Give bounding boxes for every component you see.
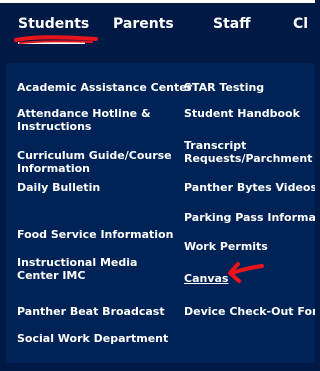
menu-item-panther-bytes-videos[interactable]: Panther Bytes Videos xyxy=(184,181,315,194)
tab-staff[interactable]: Staff xyxy=(213,16,251,32)
menu-item-social-work-department[interactable]: Social Work Department xyxy=(17,332,168,345)
red-arrow-annotation xyxy=(228,262,264,283)
menu-item-daily-bulletin[interactable]: Daily Bulletin xyxy=(17,181,100,194)
tab-parents[interactable]: Parents xyxy=(113,16,174,32)
students-dropdown-menu: Academic Assistance Center Attendance Ho… xyxy=(6,63,315,363)
menu-item-device-check-out-form[interactable]: Device Check-Out Form xyxy=(184,305,315,318)
menu-item-parking-pass-information[interactable]: Parking Pass Informatio xyxy=(184,211,315,224)
menu-item-panther-beat-broadcast[interactable]: Panther Beat Broadcast xyxy=(17,305,165,318)
menu-item-academic-assistance-center[interactable]: Academic Assistance Center xyxy=(17,81,192,94)
menu-item-star-testing[interactable]: STAR Testing xyxy=(184,81,264,94)
menu-item-work-permits[interactable]: Work Permits xyxy=(184,240,268,253)
menu-item-transcript-requests[interactable]: Transcript Requests/Parchment xyxy=(184,139,314,165)
menu-item-attendance-hotline[interactable]: Attendance Hotline & Instructions xyxy=(17,107,167,133)
red-underline-annotation xyxy=(14,35,98,44)
menu-item-student-handbook[interactable]: Student Handbook xyxy=(184,107,300,120)
tab-clubs-partial[interactable]: Cl xyxy=(293,16,308,32)
menu-item-curriculum-guide[interactable]: Curriculum Guide/Course Information xyxy=(17,149,177,175)
top-navigation: Students Parents Staff Cl xyxy=(0,3,315,47)
menu-item-canvas[interactable]: Canvas xyxy=(184,272,228,285)
menu-item-food-service-information[interactable]: Food Service Information xyxy=(17,228,173,241)
tab-students[interactable]: Students xyxy=(18,16,89,32)
menu-item-instructional-media-center[interactable]: Instructional Media Center IMC xyxy=(17,256,167,282)
